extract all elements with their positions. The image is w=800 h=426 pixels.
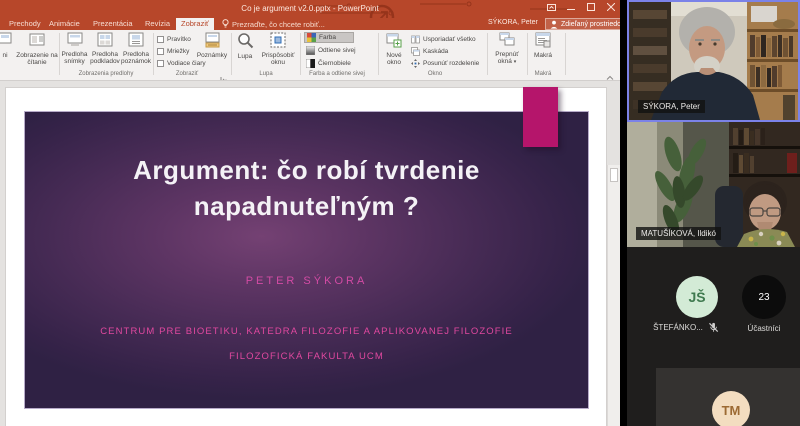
slide-background-shape: Argument: čo robí tvrdenie napadnuteľným… [25, 112, 588, 408]
person-icon [550, 20, 558, 29]
move-split-button[interactable]: Posunúť rozdelenie [409, 58, 485, 69]
move-split-icon [411, 59, 420, 68]
arrange-all-icon [411, 35, 420, 44]
avatar-tile-tm[interactable]: TM [656, 368, 800, 426]
zoom-button[interactable]: Lupa [233, 32, 257, 74]
share-resource-button[interactable]: Zdieľaný prostriedok [545, 18, 620, 30]
tab-zobrazit-active[interactable]: Zobraziť [176, 18, 214, 30]
fit-to-window-icon [258, 32, 298, 51]
tab-prechody[interactable]: Prechody [4, 18, 46, 30]
mic-muted-icon [708, 322, 719, 333]
tell-me-search[interactable]: Prezraďte, čo chcete robiť... [222, 18, 325, 30]
new-window-button[interactable]: Nové okno [381, 32, 407, 74]
close-button[interactable] [604, 1, 618, 13]
show-group-dialog-launcher[interactable] [220, 70, 228, 78]
slide-affiliation[interactable]: CENTRUM PRE BIOETIKU, KATEDRA FILOZOFIE … [25, 319, 588, 369]
avatar-tm: TM [712, 391, 750, 426]
reading-view-button[interactable]: Zobrazenie na čítanie [16, 32, 58, 74]
switch-windows-button[interactable]: Prepnúť okná ▾ [489, 32, 525, 74]
participants-count-circle[interactable]: 23 [742, 275, 786, 319]
slide[interactable]: Argument: čo robí tvrdenie napadnuteľným… [5, 87, 607, 426]
screen: Co je argument v2.0.pptx - PowerPoint Pr… [0, 0, 800, 426]
minimize-button[interactable] [564, 1, 578, 13]
magnifier-icon [233, 32, 257, 52]
group-label-master-views: Zobrazenia predlohy [61, 71, 151, 80]
scrollbar-thumb[interactable] [610, 168, 618, 182]
video-name-label: SÝKORA, Peter [638, 100, 705, 113]
macros-button[interactable]: Makrá [529, 32, 557, 74]
guides-checkbox[interactable] [157, 60, 164, 67]
group-separator [487, 33, 488, 75]
vertical-scrollbar[interactable] [607, 165, 620, 426]
titlebar: Co je argument v2.0.pptx - PowerPoint [0, 0, 620, 18]
notes-icon [196, 32, 228, 51]
account-name[interactable]: SÝKORA, Peter [488, 19, 538, 26]
slide-accent-rectangle [523, 87, 558, 147]
handout-master-icon [90, 32, 120, 50]
group-label-window: Okno [400, 71, 470, 80]
tab-revizia[interactable]: Revízia [140, 18, 175, 30]
color-icon [307, 33, 316, 42]
lightbulb-icon [222, 19, 229, 29]
group-separator [565, 33, 566, 75]
avatar-stefanko[interactable]: JŠ [676, 276, 718, 318]
group-separator [527, 33, 528, 75]
tab-prezentacia[interactable]: Prezentácia [88, 18, 138, 30]
cascade-button[interactable]: Kaskáda [409, 46, 461, 57]
reading-view-icon [16, 32, 58, 51]
window-controls [544, 0, 618, 14]
powerpoint-window: Co je argument v2.0.pptx - PowerPoint Pr… [0, 0, 620, 426]
notes-button[interactable]: Poznámky [196, 32, 228, 74]
arrange-all-button[interactable]: Usporiadať všetko [409, 34, 481, 45]
grid-checkbox[interactable] [157, 48, 164, 55]
group-label-show: Zobraziť [157, 71, 217, 80]
switch-windows-icon [489, 32, 525, 50]
group-label-macros: Makrá [524, 71, 562, 80]
ribbon: ni Zobrazenie na čítanie Predloha snímky [0, 30, 620, 81]
notes-page-view-icon [0, 32, 16, 51]
video-tile-sykora[interactable]: SÝKORA, Peter [627, 0, 800, 122]
cascade-icon [411, 47, 420, 56]
slide-canvas: Argument: čo robí tvrdenie napadnuteľným… [0, 81, 620, 426]
grayscale-button[interactable]: Odtiene sivej [304, 45, 366, 56]
group-separator [378, 33, 379, 75]
tab-animacie[interactable]: Animácie [44, 18, 85, 30]
color-button-selected[interactable]: Farba [304, 32, 354, 43]
notes-master-icon [121, 32, 151, 50]
participants-label: Účastníci [734, 324, 794, 333]
notes-master-button[interactable]: Predloha poznámok [121, 32, 151, 74]
ribbon-tab-row: Prechody Animácie Prezentácia Revízia Zo… [0, 18, 620, 30]
participant-name: ŠTEFÁNKO... [653, 323, 703, 332]
window-title: Co je argument v2.0.pptx - PowerPoint [120, 4, 500, 13]
slide-author[interactable]: PETER SÝKORA [25, 275, 588, 287]
group-separator [300, 33, 301, 75]
video-name-label: MATUŠÍKOVÁ, Ildikó [636, 227, 721, 240]
participant-name-row: ŠTEFÁNKO... [635, 322, 737, 333]
group-label-color: Farba a odtiene sivej [300, 71, 374, 80]
maximize-button[interactable] [584, 1, 598, 13]
black-white-icon [306, 59, 315, 68]
slide-master-button[interactable]: Predloha snímky [61, 32, 88, 74]
handout-master-button[interactable]: Predloha podkladov [90, 32, 120, 74]
dropdown-arrow-icon: ▾ [514, 59, 517, 65]
group-label-zoom: Lupa [240, 71, 292, 80]
slide-title[interactable]: Argument: čo robí tvrdenie napadnuteľným… [25, 152, 588, 224]
macros-icon [529, 32, 557, 51]
slide-master-icon [61, 32, 88, 50]
video-tile-matusikova[interactable]: MATUŠÍKOVÁ, Ildikó [627, 122, 800, 247]
meeting-sidebar: SÝKORA, Peter [627, 0, 800, 426]
grid-checkbox-row[interactable]: Mriežky [157, 46, 189, 56]
group-separator [59, 33, 60, 75]
group-separator [231, 33, 232, 75]
ruler-checkbox-row[interactable]: Pravítko [157, 34, 191, 44]
new-window-icon [381, 32, 407, 51]
ribbon-display-options-icon[interactable] [544, 1, 558, 13]
grayscale-icon [306, 46, 315, 55]
notes-page-view-button-partial[interactable]: ni [0, 32, 16, 74]
collapse-ribbon-icon[interactable] [606, 68, 614, 81]
black-white-button[interactable]: Čiernobiele [304, 58, 364, 69]
group-separator [153, 33, 154, 75]
fit-to-window-button[interactable]: Prispôsobiť oknu [258, 32, 298, 74]
ruler-checkbox[interactable] [157, 36, 164, 43]
